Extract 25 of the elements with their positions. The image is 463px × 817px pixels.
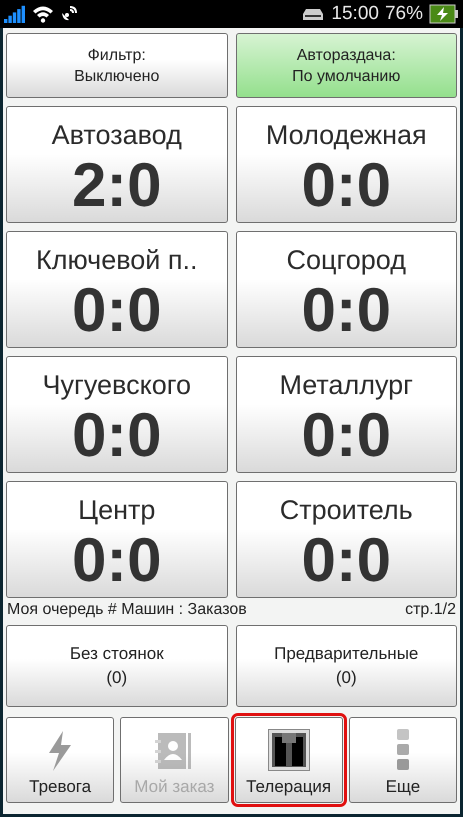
zone-button[interactable]: Чугуевского 0:0 [6,356,228,473]
satellite-icon [60,5,78,23]
walkie-talkie-icon [268,729,310,771]
battery-percentage: 76% [384,3,423,25]
zone-button[interactable]: Соцгород 0:0 [236,231,457,348]
zone-button[interactable]: Автозавод 2:0 [6,106,228,223]
nav-button[interactable]: Еще [348,717,457,803]
signal-icon [4,5,26,23]
queue-button[interactable]: Предварительные (0) [236,625,457,707]
nav-button[interactable]: Тревога [6,717,114,803]
car-icon [301,6,326,22]
zone-button[interactable]: Строитель 0:0 [236,481,457,598]
zone-button[interactable]: Металлург 0:0 [236,356,457,473]
wifi-icon [32,5,54,23]
toggle-button[interactable]: Автораздача: По умолчанию [236,33,457,98]
more-icon [396,729,409,771]
toggle-button[interactable]: Фильтр: Выключено [6,33,228,98]
zone-button[interactable]: Центр 0:0 [6,481,228,598]
queue-label: Моя очередь # Машин : Заказов [7,601,247,619]
lightning-icon [47,731,74,771]
zone-button[interactable]: Ключевой п.. 0:0 [6,231,228,348]
page-indicator: стр.1/2 [405,601,456,619]
zone-button[interactable]: Молодежная 0:0 [236,106,457,223]
clock: 15:00 [331,3,379,25]
queue-button[interactable]: Без стоянок (0) [6,625,228,707]
